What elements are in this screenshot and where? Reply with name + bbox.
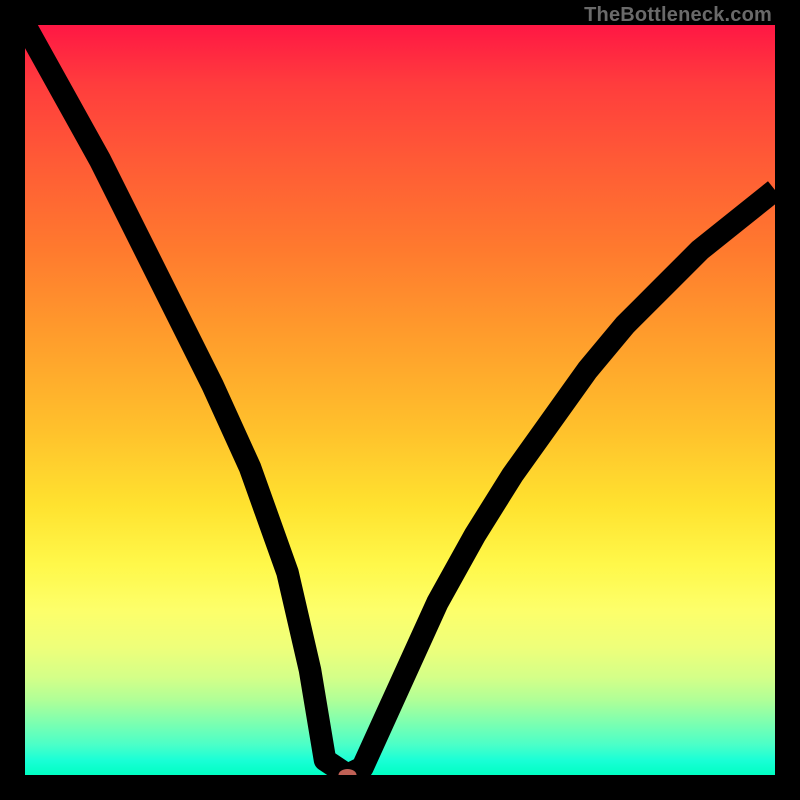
attribution-text: TheBottleneck.com <box>584 4 772 27</box>
plot-area <box>25 25 775 775</box>
bottleneck-curve <box>25 25 775 775</box>
chart-svg <box>25 25 775 775</box>
chart-frame: TheBottleneck.com <box>0 0 800 800</box>
